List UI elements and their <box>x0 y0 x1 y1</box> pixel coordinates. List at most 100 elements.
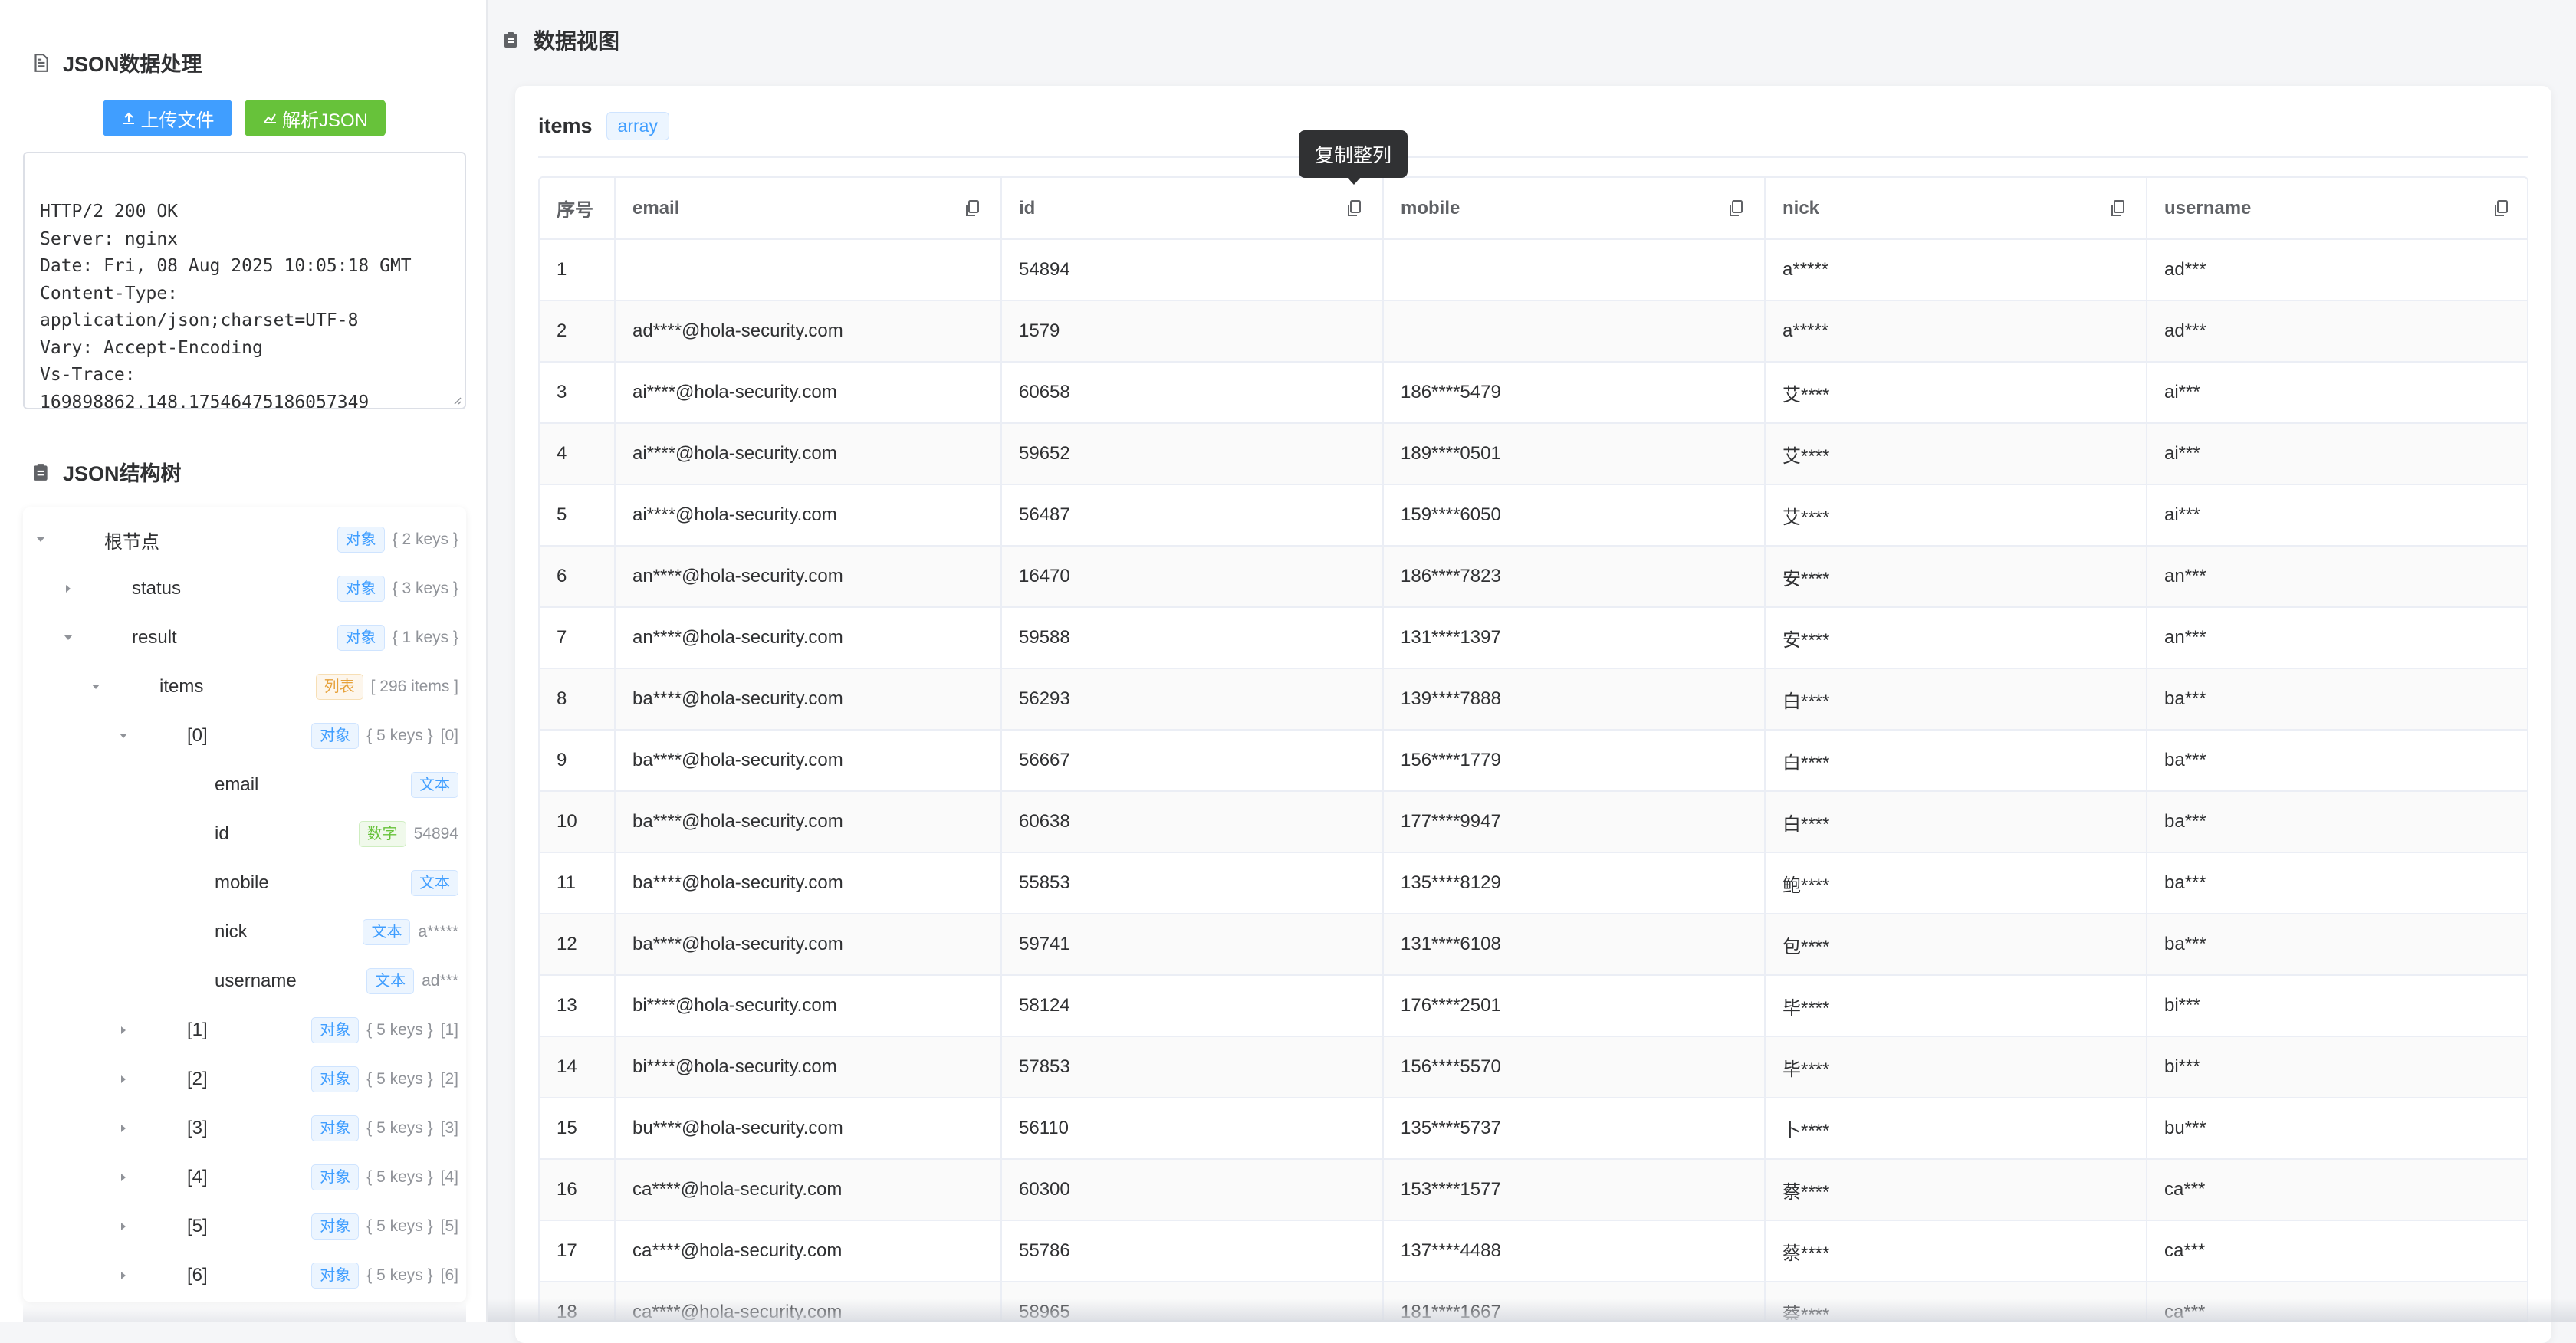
table-cell-mobile: 189****0501 <box>1383 423 1766 485</box>
tree-node-info: { 5 keys } <box>366 727 433 744</box>
table-cell-index: 6 <box>540 546 616 608</box>
tree-node[interactable]: email 文本 <box>23 760 466 809</box>
tree-node-index: [3] <box>440 1119 458 1137</box>
tree-node[interactable]: result 对象 { 1 keys } <box>23 613 466 662</box>
table-row: 12 ba****@hola-security.com 59741 131****61… <box>540 914 2527 976</box>
tree-node[interactable]: [4] 对象 { 5 keys } [4] <box>23 1153 466 1202</box>
tree-node[interactable]: [3] 对象 { 5 keys } [3] <box>23 1104 466 1153</box>
tree-node[interactable]: [1] 对象 { 5 keys } [1] <box>23 1006 466 1055</box>
table-cell-username: ai*** <box>2147 423 2527 485</box>
tree-node-type-tag: 数字 <box>358 821 406 847</box>
caret-right-icon[interactable] <box>63 583 74 594</box>
caret-down-icon[interactable] <box>35 534 46 545</box>
tree-node-meta: 对象 { 5 keys } [5] <box>311 1213 458 1240</box>
table-cell-nick: 艾**** <box>1765 484 2147 547</box>
upload-icon <box>123 112 134 124</box>
table-cell-id: 1579 <box>1001 300 1384 363</box>
document-icon <box>34 53 48 72</box>
table-cell-nick: 安**** <box>1765 607 2147 669</box>
card-divider <box>538 156 2528 158</box>
caret-right-icon[interactable] <box>118 1172 129 1183</box>
tooltip-text: 复制整列 <box>1314 145 1392 166</box>
table-cell-index: 8 <box>540 668 616 731</box>
clipboard-icon <box>504 32 517 48</box>
copy-column-icon[interactable] <box>964 199 981 218</box>
caret-right-icon[interactable] <box>118 1074 129 1085</box>
tree-node[interactable]: username 文本 ad*** <box>23 957 466 1006</box>
column-header-email: email <box>615 178 1002 240</box>
table-cell-mobile: 139****7888 <box>1383 668 1766 731</box>
copy-column-icon[interactable] <box>2492 199 2509 218</box>
tree-node[interactable]: mobile 文本 <box>23 859 466 908</box>
table-cell-mobile: 177****9947 <box>1383 791 1766 853</box>
table-cell-id: 59652 <box>1001 423 1384 485</box>
tree-node-meta: 对象 { 1 keys } <box>337 625 458 651</box>
copy-column-icon[interactable] <box>1727 199 1744 218</box>
table-cell-username: an*** <box>2147 607 2527 669</box>
column-header-mobile: mobile <box>1383 178 1766 240</box>
table-cell-id: 58965 <box>1001 1282 1384 1320</box>
data-table: 序号 email id mobile nick username 1 54894 a*****… <box>538 176 2528 1322</box>
tree-node-type-tag: 对象 <box>311 1263 360 1289</box>
copy-column-icon[interactable] <box>2109 199 2126 218</box>
caret-right-icon[interactable] <box>118 1270 129 1281</box>
tree-node[interactable]: [6] 对象 { 5 keys } [6] <box>23 1251 466 1300</box>
table-cell-email <box>615 239 1002 301</box>
json-input-textarea[interactable]: HTTP/2 200 OK Server: nginx Date: Fri, 0… <box>23 152 466 409</box>
table-cell-mobile: 131****1397 <box>1383 607 1766 669</box>
tree-node-meta: 文本 ad*** <box>366 968 458 994</box>
table-cell-nick: 蔡**** <box>1765 1159 2147 1221</box>
column-header-nick: nick <box>1765 178 2147 240</box>
tree-node-type-tag: 对象 <box>311 1115 360 1141</box>
tree-node[interactable]: items 列表 [ 296 items ] <box>23 662 466 711</box>
caret-right-icon[interactable] <box>118 1221 129 1232</box>
upload-file-button[interactable]: 上传文件 <box>103 100 232 136</box>
table-cell-id: 58124 <box>1001 975 1384 1037</box>
tree-node[interactable]: [5] 对象 { 5 keys } [5] <box>23 1202 466 1251</box>
table-cell-id: 60638 <box>1001 791 1384 853</box>
clipboard-icon <box>34 463 48 481</box>
table-row: 11 ba****@hola-security.com 55853 135****81… <box>540 852 2527 914</box>
table-row: 1 54894 a***** ad*** <box>540 239 2527 301</box>
table-cell-index: 14 <box>540 1036 616 1098</box>
table-body: 1 54894 a***** ad*** 2 ad****@hola-security.c… <box>540 239 2527 1320</box>
caret-down-icon[interactable] <box>118 731 129 741</box>
table-cell-index: 13 <box>540 975 616 1037</box>
table-cell-index: 2 <box>540 300 616 363</box>
card-header: items array <box>538 112 669 140</box>
caret-right-icon[interactable] <box>118 1123 129 1134</box>
tree-node[interactable]: id 数字 54894 <box>23 809 466 859</box>
tree-node[interactable]: status 对象 { 3 keys } <box>23 564 466 613</box>
tree-node-type-tag: 文本 <box>366 968 415 994</box>
parse-json-button[interactable]: 解析JSON <box>245 100 386 136</box>
tree-node[interactable]: [0] 对象 { 5 keys } [0] <box>23 711 466 760</box>
table-cell-nick: a***** <box>1765 239 2147 301</box>
table-cell-index: 11 <box>540 852 616 914</box>
caret-down-icon[interactable] <box>63 632 74 643</box>
table-cell-username: ai*** <box>2147 362 2527 424</box>
table-cell-mobile: 186****5479 <box>1383 362 1766 424</box>
tree-scroll-shadow <box>23 1302 466 1322</box>
tree-node-key: [1] <box>187 1020 208 1040</box>
tree-node-info: { 1 keys } <box>392 629 458 646</box>
table-cell-id: 55786 <box>1001 1220 1384 1282</box>
column-header-label: id <box>1019 197 1036 218</box>
copy-column-icon[interactable] <box>1346 199 1362 218</box>
caret-right-icon[interactable] <box>118 1025 129 1036</box>
json-processing-header: JSON数据处理 <box>31 48 202 77</box>
copy-column-tooltip: 复制整列 <box>1299 130 1408 185</box>
tree-node[interactable]: [2] 对象 { 5 keys } [2] <box>23 1055 466 1104</box>
table-cell-nick: 毕**** <box>1765 975 2147 1037</box>
tree-node-index: [5] <box>440 1217 458 1235</box>
resize-grip-icon[interactable] <box>451 394 462 405</box>
tree-node-key: [0] <box>187 725 208 746</box>
caret-down-icon[interactable] <box>90 681 101 692</box>
tree-node-meta: 文本 a***** <box>363 919 458 945</box>
tree-node[interactable]: 根节点 对象 { 2 keys } <box>23 515 466 564</box>
table-cell-id: 16470 <box>1001 546 1384 608</box>
tree-node[interactable]: nick 文本 a***** <box>23 908 466 957</box>
table-row: 2 ad****@hola-security.com 1579 a***** ad*** <box>540 300 2527 363</box>
table-cell-index: 5 <box>540 484 616 547</box>
table-cell-nick: 艾**** <box>1765 362 2147 424</box>
table-cell-nick: 蔡**** <box>1765 1220 2147 1282</box>
